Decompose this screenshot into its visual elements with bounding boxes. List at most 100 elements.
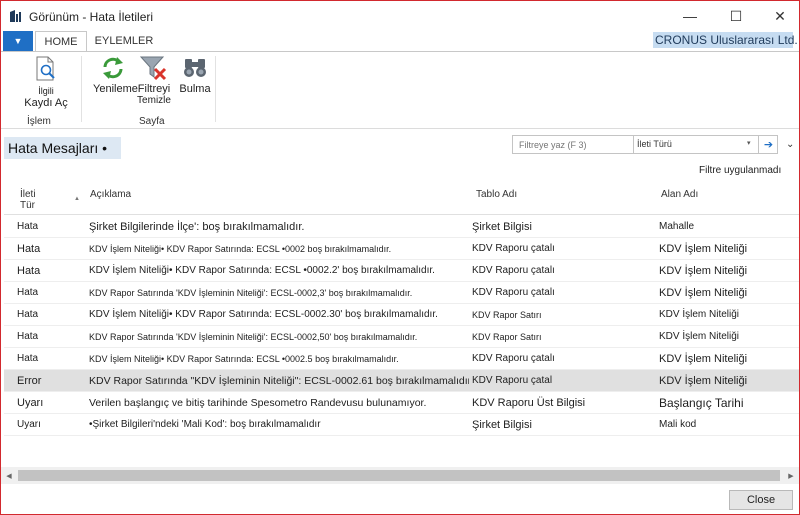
- window-title: Görünüm - Hata İletileri: [29, 10, 154, 24]
- cell-type: Error: [17, 375, 42, 387]
- cell-table: KDV Raporu çatal: [472, 375, 553, 386]
- cell-field: Mali kod: [659, 419, 697, 430]
- tab-home[interactable]: HOME: [35, 31, 87, 51]
- cell-description: Verilen başlangıç ve bitiş tarihinde Spe…: [89, 397, 427, 409]
- cell-field: KDV İşlem Niteliği: [659, 375, 748, 387]
- cell-type: Hata: [17, 243, 41, 255]
- cell-field: KDV İşlem Niteliği: [659, 287, 748, 299]
- binoculars-icon: [184, 59, 206, 77]
- filter-field-select[interactable]: İleti Türü: [637, 139, 672, 149]
- filter-divider: [633, 136, 634, 153]
- column-header-type[interactable]: İleti Tür: [20, 189, 36, 211]
- cell-field: KDV İşlem Niteliği: [659, 331, 740, 342]
- cell-type: Hata: [17, 309, 39, 320]
- tab-actions[interactable]: EYLEMLER: [87, 31, 161, 51]
- cell-type: Uyarı: [17, 419, 41, 430]
- column-header-type-line2: Tür: [20, 200, 35, 211]
- cell-description: KDV Rapor Satırında 'KDV İşleminin Nitel…: [89, 288, 413, 298]
- cell-description: •Şirket Bilgileri'ndeki 'Mali Kod': boş …: [89, 419, 321, 430]
- cell-description: KDV İşlem Niteliği• KDV Rapor Satırında:…: [89, 265, 435, 276]
- cell-table: KDV Raporu çatalı: [472, 287, 555, 298]
- column-header-description[interactable]: Açıklama: [90, 189, 131, 200]
- clear-filter-label-1: Filtreyi: [137, 83, 171, 95]
- filter-search-input[interactable]: [513, 136, 633, 153]
- cell-type: Hata: [17, 353, 39, 364]
- minimize-button[interactable]: —: [667, 1, 713, 31]
- title-bar: Görünüm - Hata İletileri — ☐ ✕: [1, 1, 799, 31]
- horizontal-scrollbar[interactable]: ◀ ▶: [1, 467, 799, 484]
- cell-table: KDV Raporu çatalı: [472, 243, 555, 254]
- scroll-right-icon[interactable]: ▶: [783, 467, 799, 484]
- group-separator: [215, 56, 216, 122]
- apply-filter-button[interactable]: ➔: [758, 136, 778, 153]
- cell-table: Şirket Bilgisi: [472, 221, 532, 233]
- grid-header: İleti Tür ▲ Açıklama Tablo Adı Alan Adı: [4, 181, 799, 215]
- column-header-field[interactable]: Alan Adı: [661, 189, 698, 200]
- table-row[interactable]: Uyarı •Şirket Bilgileri'ndeki 'Mali Kod'…: [4, 414, 799, 436]
- refresh-icon: [103, 57, 123, 79]
- filter-status: Filtre uygulanmadı: [699, 165, 782, 176]
- cell-table: KDV Rapor Satırı: [472, 332, 542, 342]
- application-menu-button[interactable]: ▼: [3, 31, 33, 51]
- ribbon-tab-bar: ▼ HOME EYLEMLER CRONUS Uluslararası Ltd.: [1, 31, 799, 51]
- open-related-record-button[interactable]: İlgili Kaydı Aç: [23, 55, 69, 109]
- cell-table: KDV Rapor Satırı: [472, 310, 542, 320]
- cell-type: Hata: [17, 287, 39, 298]
- cell-field: KDV İşlem Niteliği: [659, 353, 748, 365]
- group-label-page: Sayfa: [139, 116, 165, 127]
- clear-filter-icon: [139, 56, 167, 81]
- cell-table: KDV Raporu çatalı: [472, 265, 555, 276]
- collapse-chevron-icon[interactable]: ⌄: [786, 139, 794, 150]
- close-button[interactable]: Close: [729, 490, 793, 510]
- cell-description: KDV Rapor Satırında 'KDV İşleminin Nitel…: [89, 332, 418, 342]
- cell-description: Şirket Bilgilerinde İlçe': boş bırakılma…: [89, 221, 305, 233]
- cell-table: Şirket Bilgisi: [472, 419, 532, 431]
- open-related-record-label-1: İlgili: [38, 86, 54, 96]
- cell-description: KDV İşlem Niteliği• KDV Rapor Satırında:…: [89, 244, 392, 254]
- maximize-button[interactable]: ☐: [713, 1, 759, 31]
- table-row[interactable]: Hata KDV Rapor Satırında 'KDV İşleminin …: [4, 282, 799, 304]
- group-separator: [81, 56, 82, 122]
- cell-type: Hata: [17, 265, 41, 277]
- refresh-label: Yenileme: [93, 83, 138, 95]
- cell-field: KDV İşlem Niteliği: [659, 309, 740, 320]
- open-related-record-label-2: Kaydı Aç: [24, 97, 68, 109]
- table-row[interactable]: Hata KDV Rapor Satırında 'KDV İşleminin …: [4, 326, 799, 348]
- cell-field: KDV İşlem Niteliği: [659, 243, 748, 255]
- clear-filter-button[interactable]: Filtreyi Temizle: [134, 55, 174, 107]
- table-row[interactable]: Hata KDV İşlem Niteliği• KDV Rapor Satır…: [4, 260, 799, 282]
- find-button[interactable]: Bulma: [177, 55, 213, 95]
- column-header-table[interactable]: Tablo Adı: [476, 189, 517, 200]
- cell-type: Hata: [17, 221, 39, 232]
- table-row[interactable]: Hata KDV İşlem Niteliği• KDV Rapor Satır…: [4, 238, 799, 260]
- column-header-type-line1: İleti: [20, 189, 36, 200]
- document-search-icon: [36, 56, 55, 81]
- table-row[interactable]: Uyarı Verilen başlangıç ve bitiş tarihin…: [4, 392, 799, 414]
- sort-ascending-icon: ▲: [74, 196, 80, 202]
- dialog-window: Görünüm - Hata İletileri — ☐ ✕ ▼ HOME EY…: [0, 0, 800, 515]
- clear-filter-label-2: Temizle: [137, 95, 171, 106]
- table-row[interactable]: Hata KDV İşlem Niteliği• KDV Rapor Satır…: [4, 348, 799, 370]
- refresh-button[interactable]: Yenileme: [93, 55, 138, 95]
- scroll-left-icon[interactable]: ◀: [1, 467, 17, 484]
- ribbon: İlgili Kaydı Aç İşlem Yenileme Filtreyi …: [1, 51, 799, 129]
- scrollbar-thumb[interactable]: [18, 470, 780, 481]
- cell-field: Mahalle: [659, 221, 695, 232]
- cell-table: KDV Raporu Üst Bilgisi: [472, 397, 586, 409]
- group-label-process: İşlem: [27, 116, 51, 127]
- cell-description: KDV İşlem Niteliği• KDV Rapor Satırında:…: [89, 354, 399, 364]
- cell-type: Hata: [17, 331, 39, 342]
- cell-table: KDV Raporu çatalı: [472, 353, 555, 364]
- table-row-selected[interactable]: Error KDV Rapor Satırında "KDV İşleminin…: [4, 370, 799, 392]
- find-label: Bulma: [179, 83, 211, 95]
- page-title: Hata Mesajları •: [4, 137, 121, 159]
- cell-field: Başlangıç Tarihi: [659, 396, 744, 410]
- cell-field: KDV İşlem Niteliği: [659, 265, 748, 277]
- cell-description: KDV Rapor Satırında "KDV İşleminin Nitel…: [89, 375, 469, 387]
- close-window-button[interactable]: ✕: [757, 1, 800, 31]
- company-name[interactable]: CRONUS Uluslararası Ltd.: [653, 32, 798, 48]
- chevron-down-icon[interactable]: ▾: [747, 139, 751, 147]
- table-row[interactable]: Hata KDV İşlem Niteliği• KDV Rapor Satır…: [4, 304, 799, 326]
- table-row[interactable]: Hata Şirket Bilgilerinde İlçe': boş bıra…: [4, 216, 799, 238]
- filter-bar: İleti Türü ▾ ➔: [512, 135, 778, 154]
